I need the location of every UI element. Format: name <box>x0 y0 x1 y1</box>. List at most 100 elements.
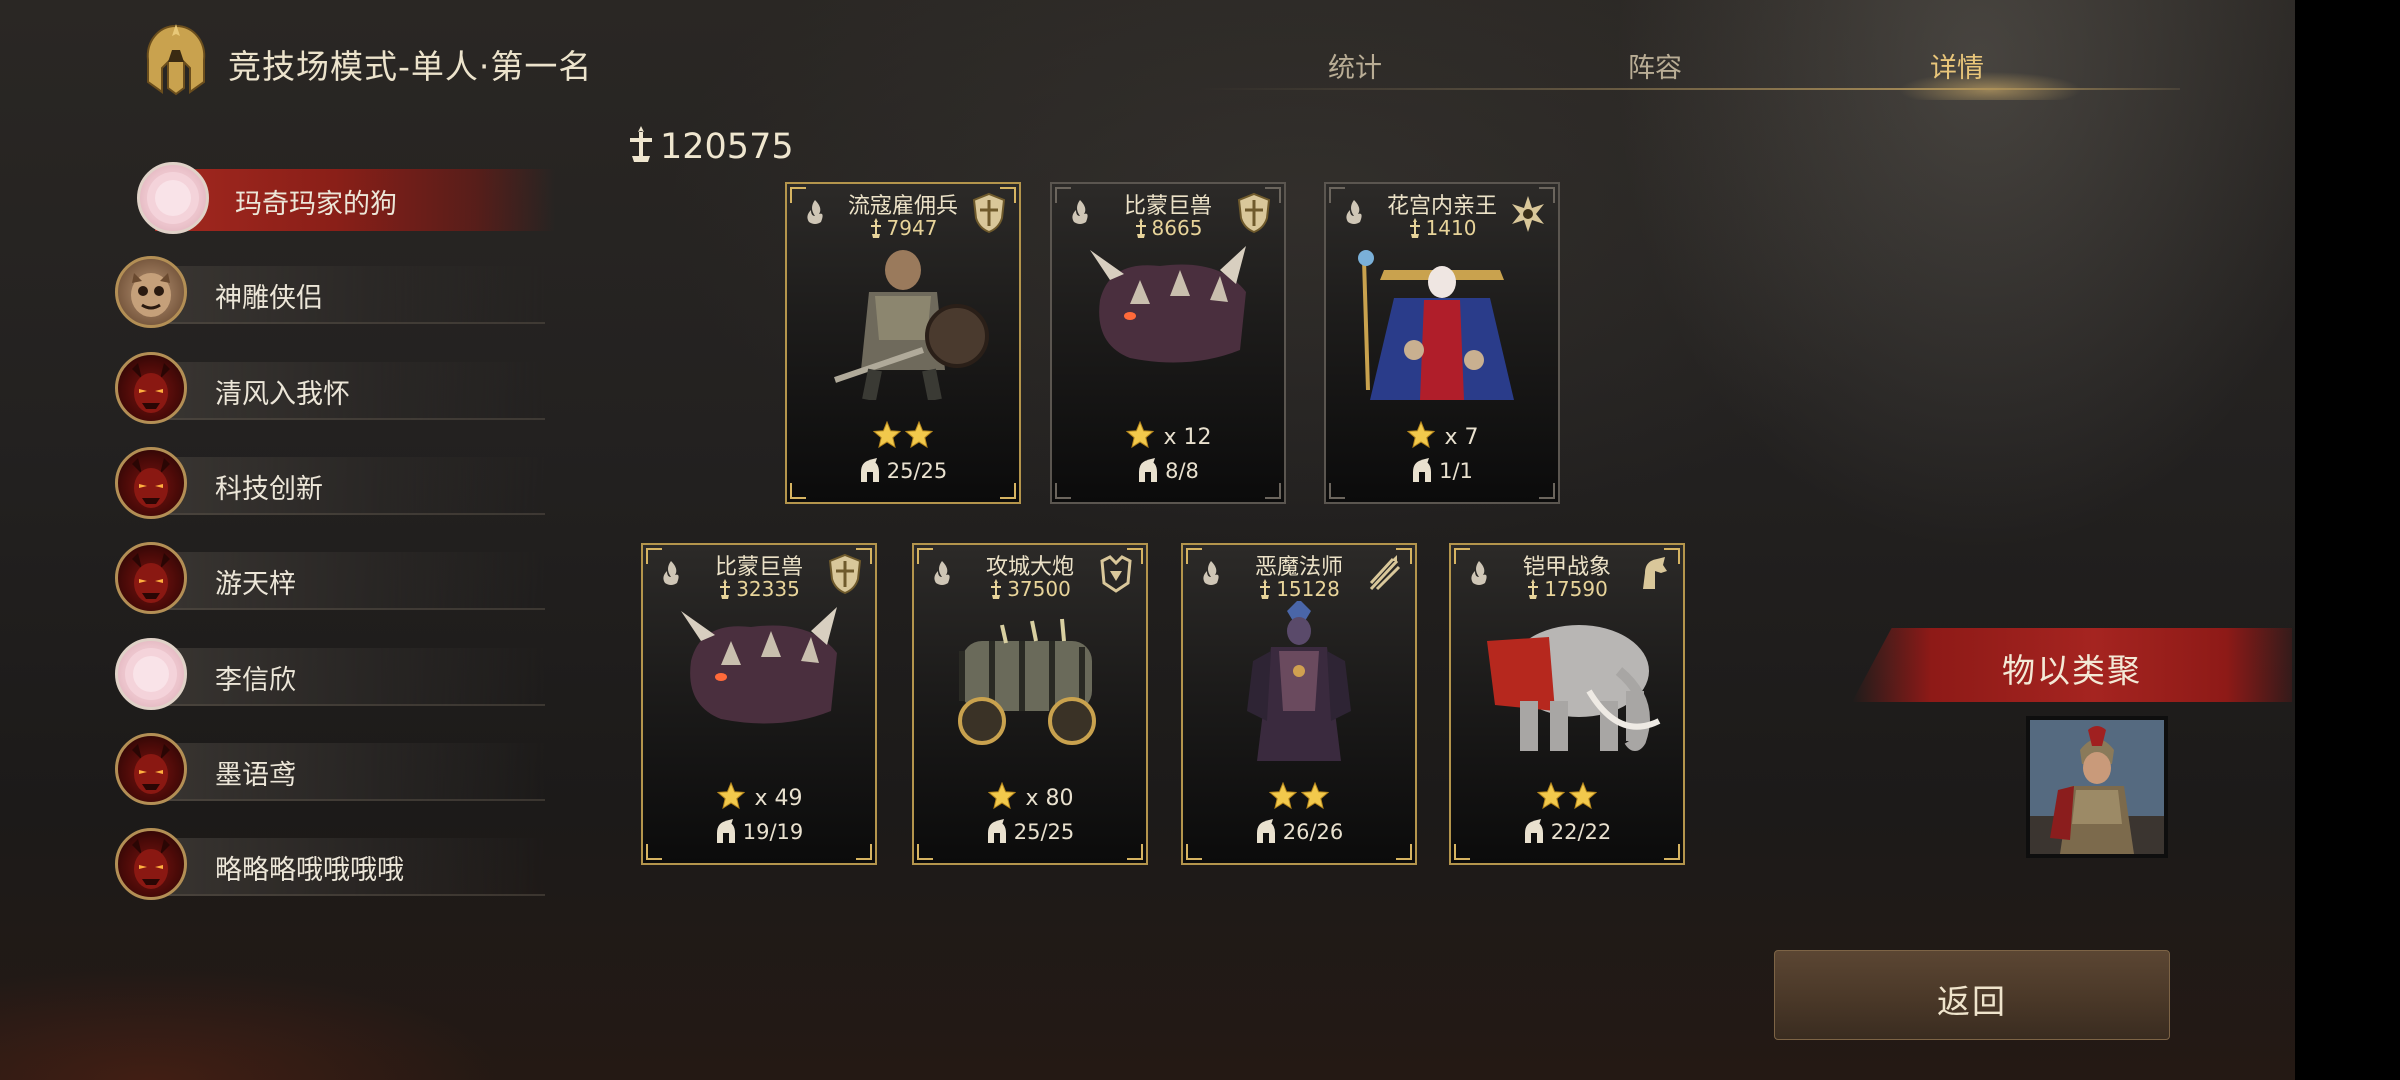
unit-art <box>1469 601 1665 761</box>
unit-power: 32335 <box>643 577 875 601</box>
tab-details[interactable]: 详情 <box>1930 46 1984 85</box>
unit-power-value: 7947 <box>886 216 938 240</box>
star-count: x 80 <box>1025 786 1074 811</box>
troop-count: 1/1 <box>1439 459 1473 483</box>
power-icon <box>1134 218 1148 238</box>
tab-lineup[interactable]: 阵容 <box>1628 46 1682 85</box>
total-power-value: 120575 <box>660 127 794 167</box>
avatar <box>115 542 187 614</box>
frame-corner <box>856 844 872 860</box>
player-name: 墨语鸢 <box>215 760 296 791</box>
unit-art <box>932 601 1128 761</box>
player-item[interactable]: 玛奇玛家的狗 <box>115 160 555 240</box>
frame-corner <box>1396 844 1412 860</box>
frame-corner <box>646 844 662 860</box>
player-item[interactable]: 略略略哦哦哦哦 <box>115 826 555 906</box>
unit-troops: 19/19 <box>643 819 875 845</box>
unit-troops: 8/8 <box>1052 458 1284 484</box>
helmet-icon <box>715 819 737 845</box>
page-title: 竞技场模式-单人·第一名 <box>228 47 593 86</box>
back-button[interactable]: 返回 <box>1774 950 2170 1040</box>
helmet-icon <box>1523 819 1545 845</box>
frame-corner <box>1000 483 1016 499</box>
unit-stars: x 7 <box>1326 420 1558 450</box>
roman-hero-art <box>2030 720 2164 854</box>
frame-corner <box>1664 844 1680 860</box>
player-item[interactable]: 清风入我怀 <box>115 350 555 430</box>
unit-card[interactable]: 比蒙巨兽 8665 x 12 8/8 <box>1050 182 1286 504</box>
avatar <box>137 162 209 234</box>
star-count: x 49 <box>754 786 803 811</box>
synergy-banner: 物以类聚 <box>1852 628 2292 702</box>
power-icon <box>1526 579 1540 599</box>
player-item[interactable]: 游天梓 <box>115 540 555 620</box>
player-name: 玛奇玛家的狗 <box>235 189 397 220</box>
unit-art <box>805 240 1001 402</box>
player-item-bar <box>145 266 545 324</box>
power-icon <box>869 218 883 238</box>
unit-power: 1410 <box>1326 216 1558 240</box>
unit-power-value: 1410 <box>1425 216 1477 240</box>
troop-count: 19/19 <box>742 820 804 844</box>
player-name: 清风入我怀 <box>215 379 350 410</box>
unit-power-value: 37500 <box>1007 577 1071 601</box>
unit-card[interactable]: 比蒙巨兽 32335 x 49 19/19 <box>641 543 877 865</box>
troop-count: 8/8 <box>1165 459 1199 483</box>
unit-power-value: 17590 <box>1544 577 1608 601</box>
unit-stars: x 12 <box>1052 420 1284 450</box>
star-icon <box>1536 781 1566 810</box>
unit-art <box>661 601 857 761</box>
unit-power: 7947 <box>787 216 1019 240</box>
unit-troops: 25/25 <box>914 819 1146 845</box>
avatar <box>115 256 187 328</box>
player-name: 游天梓 <box>215 569 296 600</box>
unit-stars: x 80 <box>914 781 1146 811</box>
hero-portrait[interactable] <box>2026 716 2168 858</box>
game-screen: 竞技场模式-单人·第一名 统计 阵容 详情 玛奇玛家的狗神雕侠侣清风入我怀科技创… <box>0 0 2295 1080</box>
player-item[interactable]: 墨语鸢 <box>115 731 555 811</box>
unit-stars <box>1183 781 1415 811</box>
player-item-bar <box>145 457 545 515</box>
avatar <box>115 638 187 710</box>
troop-count: 25/25 <box>1013 820 1075 844</box>
helmet-icon <box>1411 458 1433 484</box>
troop-count: 22/22 <box>1550 820 1612 844</box>
power-icon <box>1258 579 1272 599</box>
frame-corner <box>1454 844 1470 860</box>
frame-corner <box>1265 483 1281 499</box>
frame-corner <box>790 483 806 499</box>
background-glow <box>0 900 900 1080</box>
unit-card[interactable]: 恶魔法师 15128 26/26 <box>1181 543 1417 865</box>
unit-card[interactable]: 攻城大炮 37500 x 80 25/25 <box>912 543 1148 865</box>
player-name: 神雕侠侣 <box>215 283 323 314</box>
unit-card[interactable]: 铠甲战象 17590 22/22 <box>1449 543 1685 865</box>
helmet-icon <box>986 819 1008 845</box>
star-icon <box>1268 781 1298 810</box>
unit-card[interactable]: 花宫内亲王 1410 x 7 1/1 <box>1324 182 1560 504</box>
back-button-label: 返回 <box>1937 982 2007 1021</box>
star-icon <box>1407 420 1436 449</box>
unit-stars: x 49 <box>643 781 875 811</box>
frame-corner <box>1329 483 1345 499</box>
unit-power-value: 32335 <box>736 577 800 601</box>
player-item[interactable]: 科技创新 <box>115 445 555 525</box>
unit-stars <box>787 420 1019 450</box>
tab-statistics[interactable]: 统计 <box>1328 46 1382 85</box>
player-item[interactable]: 神雕侠侣 <box>115 254 555 334</box>
star-icon <box>872 420 902 449</box>
unit-troops: 25/25 <box>787 458 1019 484</box>
unit-art <box>1070 240 1266 400</box>
unit-card[interactable]: 流寇雇佣兵 7947 25/25 <box>785 182 1021 504</box>
player-item[interactable]: 李信欣 <box>115 636 555 716</box>
frame-corner <box>917 844 933 860</box>
avatar <box>115 352 187 424</box>
player-name: 李信欣 <box>215 665 296 696</box>
tab-bar: 统计 阵容 详情 <box>1200 20 2180 100</box>
frame-corner <box>1055 483 1071 499</box>
tab-underline <box>1200 88 2180 90</box>
unit-power-value: 8665 <box>1151 216 1203 240</box>
player-item-bar <box>145 743 545 801</box>
frame-corner <box>1186 844 1202 860</box>
star-count: x 12 <box>1163 425 1212 450</box>
power-icon <box>1408 218 1422 238</box>
